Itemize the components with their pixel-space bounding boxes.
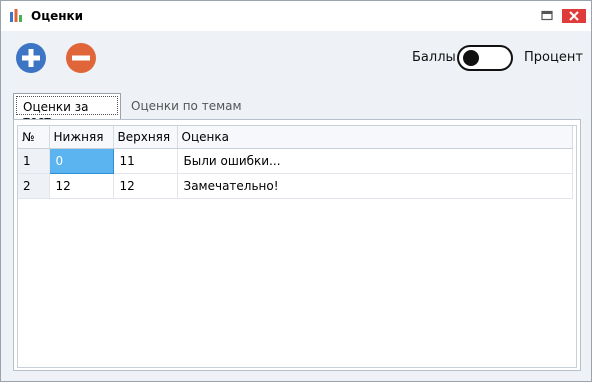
app-window: Оценки Баллы Процент Оценки за Оценки по… — [0, 0, 592, 382]
row-number[interactable]: 2 — [18, 173, 50, 199]
toggle-knob — [463, 50, 479, 66]
points-label: Баллы — [412, 50, 456, 65]
grade-cell[interactable]: Замечательно! — [177, 173, 573, 199]
remove-button[interactable] — [65, 42, 97, 74]
header-row: № Нижняя Верхняя Оценка — [18, 126, 573, 149]
column-header-grade[interactable]: Оценка — [177, 126, 573, 149]
bar-chart-icon — [10, 9, 22, 22]
tab-topic-grades[interactable]: Оценки по темам — [131, 99, 242, 113]
maximize-icon — [541, 10, 553, 21]
table-row[interactable]: 2 12 12 Замечательно! — [18, 173, 573, 199]
column-header-upper[interactable]: Верхняя — [113, 126, 178, 149]
row-number[interactable]: 1 — [18, 148, 50, 174]
upper-cell[interactable]: 11 — [113, 148, 178, 174]
grade-cell[interactable]: Были ошибки... — [177, 148, 573, 174]
lower-cell[interactable]: 12 — [49, 173, 114, 199]
grades-grid[interactable]: № Нижняя Верхняя Оценка 1 0 11 Были ошиб… — [17, 125, 577, 368]
upper-cell[interactable]: 12 — [113, 173, 178, 199]
close-icon — [569, 11, 579, 21]
column-header-lower[interactable]: Нижняя — [49, 126, 114, 149]
close-button[interactable] — [562, 9, 586, 23]
points-percent-toggle[interactable] — [457, 45, 513, 71]
window-title: Оценки — [31, 9, 84, 23]
minus-circle-icon — [66, 43, 96, 73]
plus-circle-icon — [16, 43, 46, 73]
table-row[interactable]: 1 0 11 Были ошибки... — [18, 147, 573, 174]
grades-table: № Нижняя Верхняя Оценка 1 0 11 Были ошиб… — [18, 126, 573, 199]
add-button[interactable] — [15, 42, 47, 74]
tab-test-grades[interactable]: Оценки за тест — [13, 93, 121, 128]
lower-cell[interactable]: 0 — [48, 147, 114, 174]
maximize-button[interactable] — [536, 9, 558, 23]
tab-panel: № Нижняя Верхняя Оценка 1 0 11 Были ошиб… — [13, 119, 581, 371]
column-header-number[interactable]: № — [18, 126, 50, 149]
title-bar: Оценки — [1, 1, 591, 31]
percent-label: Процент — [524, 50, 583, 65]
